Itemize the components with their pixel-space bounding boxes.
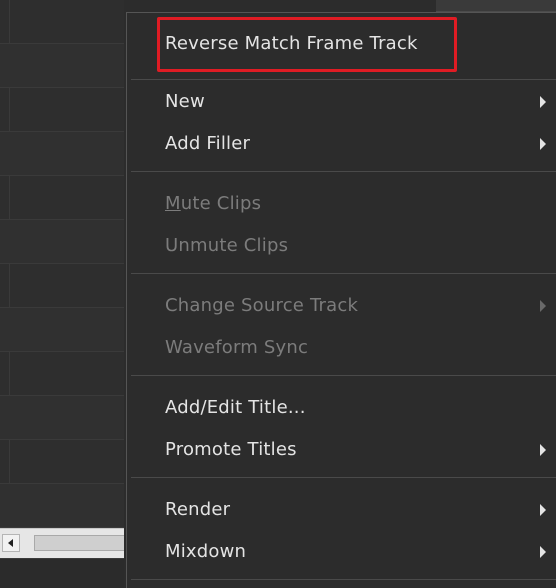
menu-item-label-rest: ute Clips <box>180 193 262 214</box>
menu-separator <box>131 273 556 274</box>
menu-item-label: Waveform Sync <box>165 337 309 358</box>
menu-item-mute-clips[interactable]: Mute Clips <box>127 183 556 225</box>
timeline-track-row[interactable] <box>0 352 124 396</box>
chevron-right-icon <box>540 138 546 150</box>
chevron-right-icon <box>540 504 546 516</box>
menu-item-label: Render <box>165 499 231 520</box>
menu-item-change-source-track[interactable]: Change Source Track <box>127 285 556 327</box>
menu-item-waveform-sync[interactable]: Waveform Sync <box>127 327 556 369</box>
chevron-right-icon <box>540 300 546 312</box>
timeline-track-row[interactable] <box>0 264 124 308</box>
menu-item-new[interactable]: New <box>127 81 556 123</box>
menu-item-label: Promote Titles <box>165 439 297 460</box>
menu-item-reverse-match-frame-track[interactable]: Reverse Match Frame Track <box>127 23 556 65</box>
timeline-track-row[interactable] <box>0 220 124 264</box>
timeline-track-row[interactable] <box>0 0 124 44</box>
timeline-track-row[interactable] <box>0 396 124 440</box>
window-edge <box>436 0 556 12</box>
menu-item-label: Add Filler <box>165 133 251 154</box>
mnemonic-letter: M <box>165 193 181 214</box>
chevron-right-icon <box>540 546 546 558</box>
menu-separator <box>131 375 556 376</box>
status-strip <box>0 558 124 588</box>
menu-item-add-filler[interactable]: Add Filler <box>127 123 556 165</box>
timeline-track-row[interactable] <box>0 484 124 528</box>
menu-item-label: Mixdown <box>165 541 247 562</box>
timeline-track-row[interactable] <box>0 44 124 88</box>
timeline-track-row[interactable] <box>0 440 124 484</box>
menu-item-promote-titles[interactable]: Promote Titles <box>127 429 556 471</box>
context-menu: Reverse Match Frame Track New Add Filler… <box>126 12 556 588</box>
menu-item-label: New <box>165 91 205 112</box>
menu-item-mixdown[interactable]: Mixdown <box>127 531 556 573</box>
horizontal-scrollbar[interactable] <box>0 528 124 558</box>
menu-item-label: Unmute Clips <box>165 235 289 256</box>
menu-separator <box>131 477 556 478</box>
menu-item-label: Mute Clips <box>165 193 261 215</box>
menu-item-unmute-clips[interactable]: Unmute Clips <box>127 225 556 267</box>
timeline-track-row[interactable] <box>0 308 124 352</box>
timeline-track-row[interactable] <box>0 176 124 220</box>
scrollbar-thumb[interactable] <box>34 535 124 551</box>
arrow-left-icon[interactable] <box>2 534 20 552</box>
menu-item-label: Change Source Track <box>165 295 359 316</box>
timeline-track-area <box>0 0 124 588</box>
menu-item-render[interactable]: Render <box>127 489 556 531</box>
menu-item-label: Add/Edit Title... <box>165 397 306 418</box>
menu-item-add-edit-title[interactable]: Add/Edit Title... <box>127 387 556 429</box>
timeline-track-row[interactable] <box>0 88 124 132</box>
timeline-track-row[interactable] <box>0 132 124 176</box>
menu-separator <box>131 579 556 580</box>
menu-separator <box>131 171 556 172</box>
chevron-right-icon <box>540 96 546 108</box>
screen: Reverse Match Frame Track New Add Filler… <box>0 0 556 588</box>
chevron-right-icon <box>540 444 546 456</box>
menu-separator <box>131 79 556 80</box>
menu-item-label: Reverse Match Frame Track <box>165 33 418 54</box>
